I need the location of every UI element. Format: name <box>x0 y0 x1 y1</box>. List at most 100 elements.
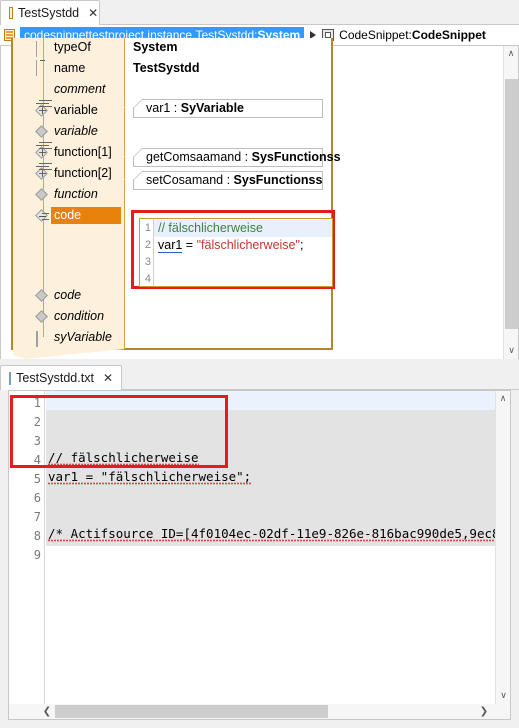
code-token-string: "fälschlicherweise" <box>196 238 300 252</box>
tree-item-name[interactable]: name <box>13 59 125 79</box>
line-number: 3 <box>144 256 151 268</box>
text-line: var1 = "fälschlicherweise"; <box>46 467 495 486</box>
tree-item-variable-1[interactable]: variable <box>13 101 125 121</box>
code-line-number-gutter: 1 2 3 4 <box>140 219 154 286</box>
diamond-minus-icon[interactable] <box>36 210 49 223</box>
chip-type: SysFunctionss <box>233 173 323 187</box>
diagram-editor-panel: typeOf name comment variable variable fu… <box>0 38 519 359</box>
code-token-operator: = <box>182 238 197 252</box>
scrollbar-thumb[interactable] <box>505 79 518 329</box>
tab-label: TestSystdd <box>18 6 80 20</box>
text-line <box>46 543 495 562</box>
line-number: 8 <box>33 529 41 543</box>
bottom-tabstrip: TestSystdd.txt ✕ <box>0 365 519 390</box>
tree-item-label: comment <box>54 82 106 96</box>
diamond-icon[interactable] <box>36 311 49 324</box>
chip-sep: : <box>241 150 252 164</box>
text-vertical-scrollbar[interactable]: ∧ ∨ <box>495 391 510 704</box>
line-number: 2 <box>144 239 151 251</box>
diamond-plus-icon[interactable] <box>36 105 49 118</box>
diagram-vertical-scrollbar[interactable]: ∧ ∨ <box>503 46 518 359</box>
list-icon <box>9 7 13 19</box>
line-number: 6 <box>33 491 41 505</box>
tree-item-label: syVariable <box>54 330 112 344</box>
feature-tree: typeOf name comment variable variable fu… <box>13 38 125 349</box>
diamond-icon[interactable] <box>36 290 49 303</box>
text-editor-panel: TestSystdd.txt ✕ 1 2 3 4 5 6 7 8 9 // fä… <box>0 365 519 728</box>
chip-type: SyVariable <box>180 101 244 115</box>
tree-item-label: code <box>54 288 82 302</box>
text-line <box>46 505 495 524</box>
code-highlight-box: 1 2 3 4 // fälschlicherweise var1 = "fäl… <box>131 210 335 289</box>
tree-item-code-2[interactable]: code <box>13 286 125 306</box>
document-icon <box>9 371 12 385</box>
tree-item-function-1[interactable]: function[1] <box>13 143 125 163</box>
scroll-down-icon[interactable]: ∨ <box>496 688 511 704</box>
breadcrumb-node-type: CodeSnippet <box>411 28 486 42</box>
code-token-variable: var1 <box>158 238 183 253</box>
tree-item-label: typeOf <box>54 40 91 54</box>
tree-item-label: condition <box>54 309 105 323</box>
close-icon[interactable]: ✕ <box>88 7 98 19</box>
tree-item-variable-2[interactable]: variable <box>13 122 125 142</box>
chip-sep: : <box>223 173 234 187</box>
application-window: TestSystdd ✕ codesnippettestproject.inst… <box>0 0 519 728</box>
diagram-canvas[interactable]: typeOf name comment variable variable fu… <box>5 38 341 359</box>
tree-item-typeof[interactable]: typeOf <box>13 38 125 76</box>
code-text-area[interactable]: // fälschlicherweise var1 = "fälschliche… <box>154 219 332 286</box>
code-line: // fälschlicherweise <box>154 220 332 237</box>
tab-testsystdd-txt[interactable]: TestSystdd.txt ✕ <box>0 365 122 390</box>
line-number: 9 <box>33 548 41 562</box>
text-line-content: var1 = "fälschlicherweise"; <box>48 469 252 485</box>
top-tabstrip: TestSystdd ✕ <box>0 0 519 25</box>
chip-type: SysFunctionss <box>251 150 341 164</box>
close-icon[interactable]: ✕ <box>103 372 113 384</box>
text-horizontal-scrollbar[interactable]: ❮ ❯ <box>9 704 510 719</box>
square-icon[interactable] <box>36 331 49 347</box>
line-number: 1 <box>144 222 151 234</box>
code-line: var1 = "fälschlicherweise"; <box>154 237 332 254</box>
text-line: /* Actifsource ID=[4f0104ec-02df-11e9-82… <box>46 524 495 543</box>
diamond-icon[interactable] <box>36 189 49 202</box>
text-highlight-box <box>10 395 228 468</box>
scroll-up-icon[interactable]: ∧ <box>496 391 510 407</box>
tab-testsystdd[interactable]: TestSystdd ✕ <box>0 0 100 25</box>
diagram-content: System TestSystdd var1 : SyVariable getC… <box>129 38 341 359</box>
line-number: 4 <box>144 273 151 285</box>
text-line <box>46 486 495 505</box>
diamond-plus-icon[interactable] <box>36 168 49 181</box>
variable-chip-var1[interactable]: var1 : SyVariable <box>133 99 323 118</box>
scroll-right-icon[interactable]: ❯ <box>476 704 492 719</box>
tree-item-function-2[interactable]: function[2] <box>13 164 125 184</box>
breadcrumb-node[interactable]: CodeSnippet:CodeSnippet <box>339 28 486 42</box>
embedded-code-editor[interactable]: 1 2 3 4 // fälschlicherweise var1 = "fäl… <box>139 218 333 287</box>
tree-item-syvariable[interactable]: syVariable <box>13 328 125 348</box>
tree-item-code-selected[interactable]: code <box>13 206 125 226</box>
code-token-punctuation: ; <box>299 238 304 252</box>
diamond-plus-icon[interactable] <box>36 147 49 160</box>
tree-item-label: function[1] <box>54 145 112 159</box>
breadcrumb-node-path: CodeSnippet: <box>339 28 412 42</box>
tree-item-function-3[interactable]: function <box>13 185 125 205</box>
chip-sep: : <box>170 101 181 115</box>
function-chip-setcosamand[interactable]: setCosamand : SysFunctionss <box>133 171 323 190</box>
tree-item-label: function[2] <box>54 166 112 180</box>
tree-item-label: function <box>54 187 98 201</box>
code-token-comment: // fälschlicherweise <box>158 221 263 235</box>
square-minus-icon[interactable] <box>36 41 49 76</box>
scroll-up-icon[interactable]: ∧ <box>504 46 518 62</box>
tree-item-label: name <box>54 61 86 75</box>
scrollbar-thumb[interactable] <box>55 705 328 718</box>
tree-item-condition[interactable]: condition <box>13 307 125 327</box>
name-value: TestSystdd <box>133 61 200 75</box>
tree-item-comment[interactable]: comment <box>13 80 125 100</box>
chip-name: var1 <box>146 101 171 115</box>
scroll-down-icon[interactable]: ∨ <box>504 343 519 359</box>
line-number: 5 <box>33 472 41 486</box>
scroll-left-icon[interactable]: ❮ <box>39 704 55 719</box>
function-chip-getcomsaamand[interactable]: getComsaamand : SysFunctionss <box>133 148 341 167</box>
line-number: 7 <box>33 510 41 524</box>
diamond-icon[interactable] <box>36 126 49 139</box>
